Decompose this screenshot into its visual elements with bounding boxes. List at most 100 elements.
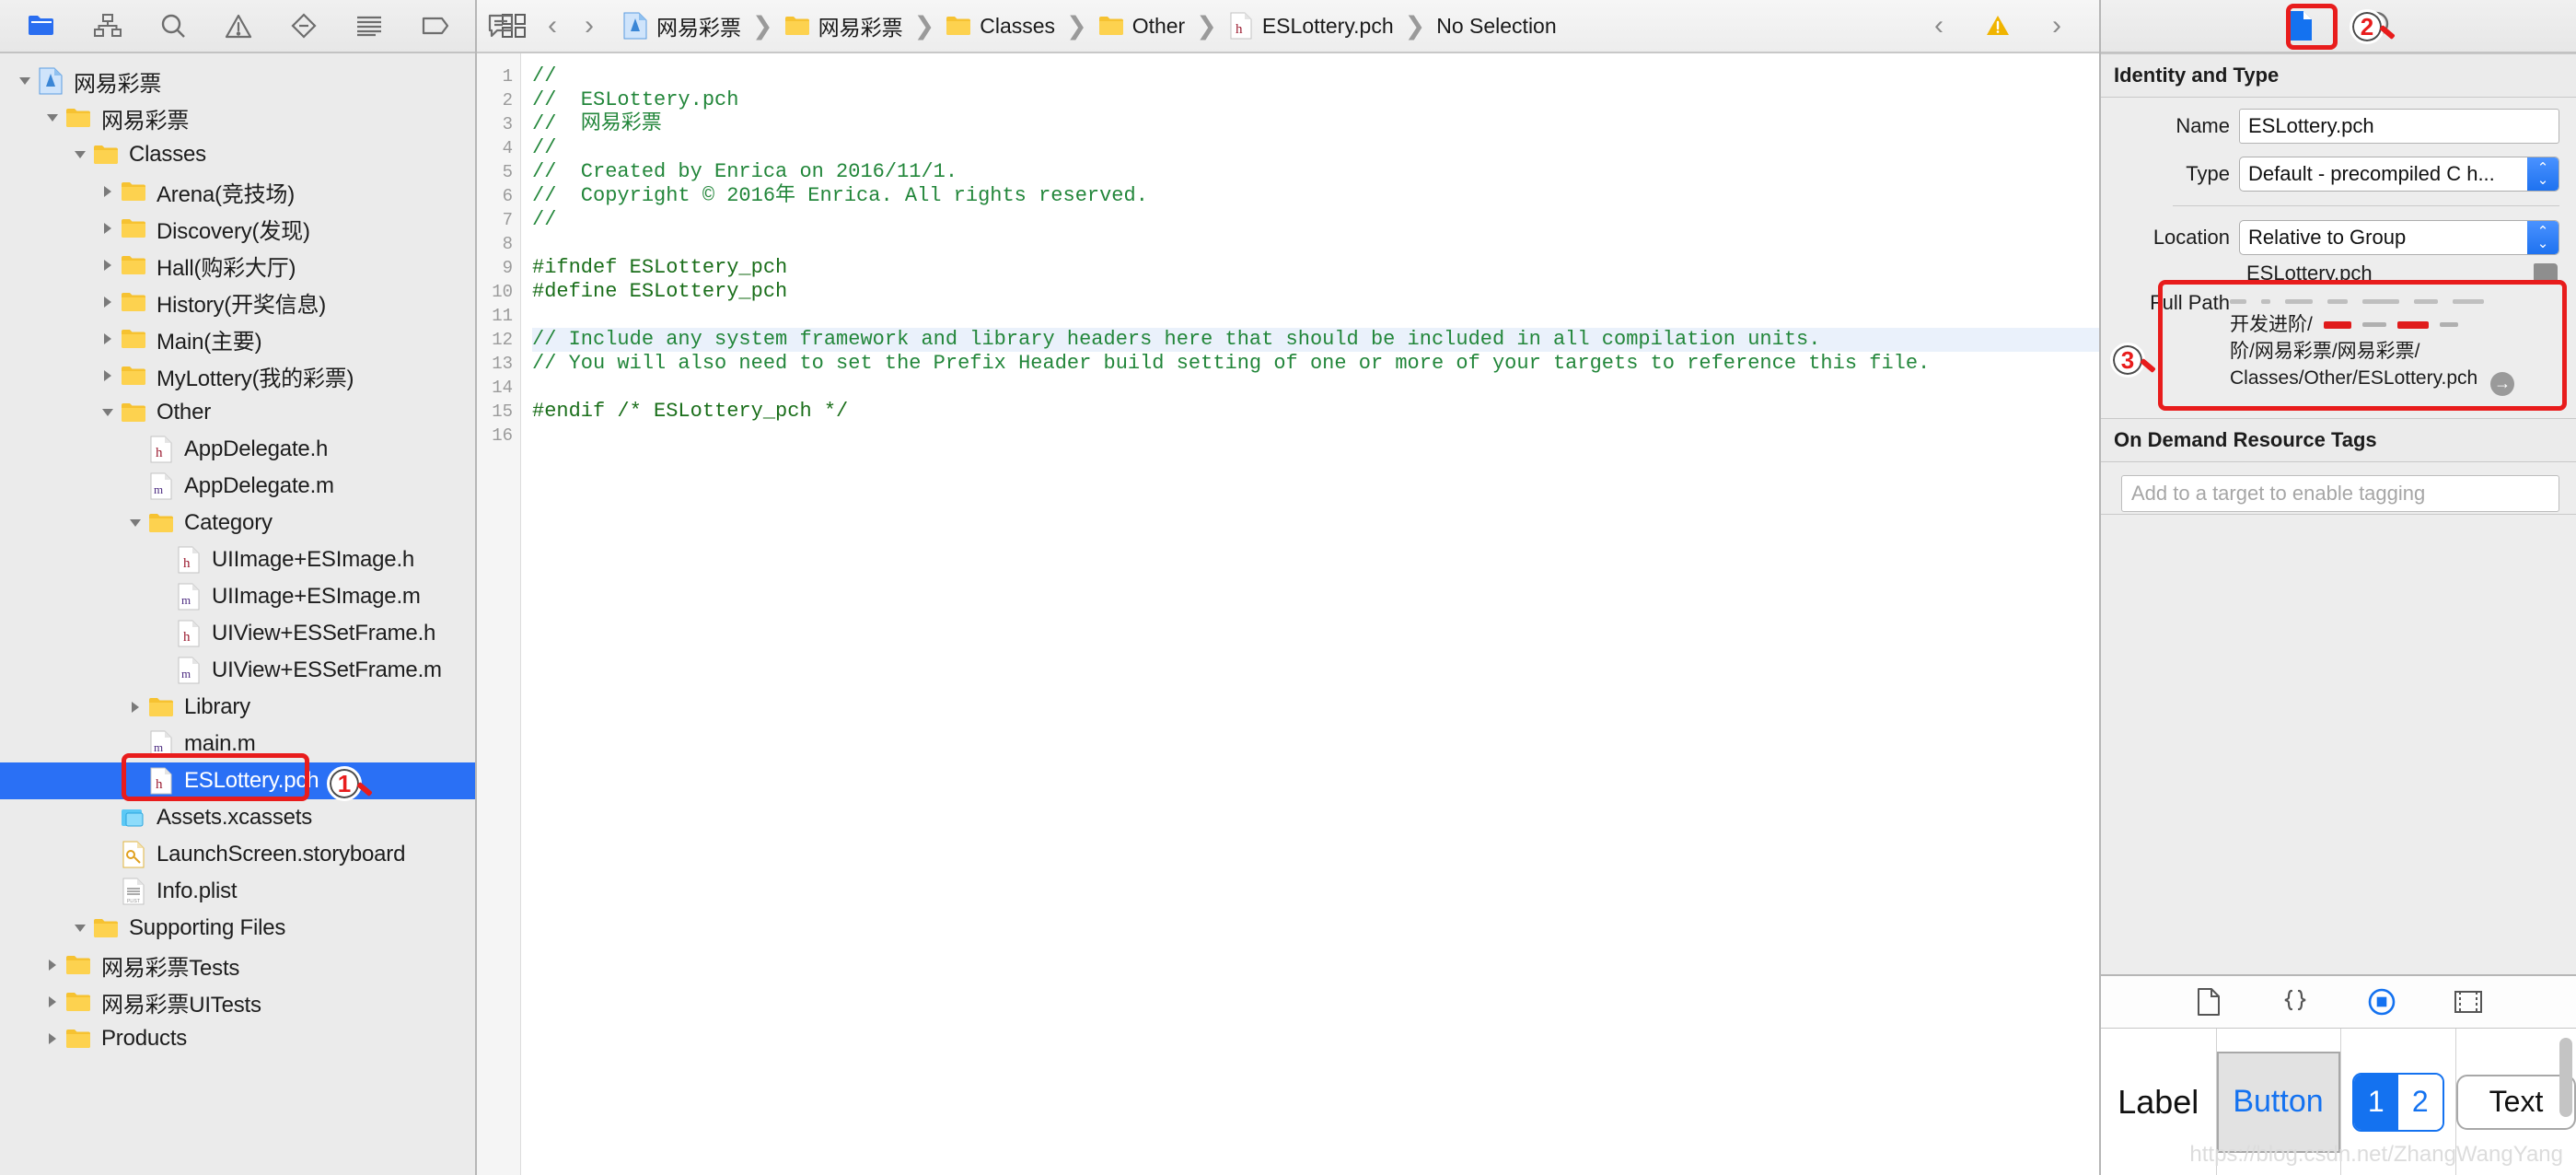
- tree-row[interactable]: Discovery(发现): [0, 210, 475, 247]
- choose-folder-icon[interactable]: [2534, 263, 2558, 282]
- project-navigator-tree[interactable]: 网易彩票 网易彩票 Classes Arena(竞技场) Discovery(发现) Ha…: [0, 53, 475, 1175]
- code-text[interactable]: //// ESLottery.pch// 网易彩票//// Created by…: [521, 53, 2099, 1175]
- code-line[interactable]: // 网易彩票: [532, 112, 2099, 136]
- media-library-icon[interactable]: [2452, 985, 2485, 1018]
- disclosure-triangle-icon[interactable]: [123, 695, 147, 719]
- disclosure-triangle-icon[interactable]: [123, 511, 147, 535]
- code-line[interactable]: // You will also need to set the Prefix …: [532, 352, 2099, 376]
- code-line[interactable]: //: [532, 208, 2099, 232]
- test-icon[interactable]: [291, 10, 317, 41]
- tree-row[interactable]: MyLottery(我的彩票): [0, 357, 475, 394]
- tree-row[interactable]: Assets.xcassets: [0, 799, 475, 836]
- disclosure-triangle-icon[interactable]: [13, 69, 37, 93]
- tree-row[interactable]: Library: [0, 689, 475, 726]
- tree-row[interactable]: 网易彩票: [0, 99, 475, 136]
- code-line[interactable]: #define ESLottery_pch: [532, 280, 2099, 304]
- code-line[interactable]: // Include any system framework and libr…: [532, 328, 2099, 352]
- reveal-in-finder-icon[interactable]: →: [2490, 371, 2515, 396]
- type-select[interactable]: Default - precompiled C h... ⌃ ⌄: [2239, 157, 2559, 192]
- tree-row[interactable]: Classes: [0, 136, 475, 173]
- tree-row[interactable]: m UIView+ESSetFrame.m: [0, 652, 475, 689]
- tree-row[interactable]: m UIImage+ESImage.m: [0, 578, 475, 615]
- tree-row[interactable]: h UIImage+ESImage.h: [0, 541, 475, 578]
- breadcrumb-item[interactable]: 网易彩票: [622, 10, 741, 41]
- breadcrumb-item[interactable]: Classes: [946, 13, 1055, 39]
- code-line[interactable]: [532, 232, 2099, 256]
- code-line[interactable]: [532, 304, 2099, 328]
- breadcrumb-item[interactable]: h ESLottery.pch: [1228, 12, 1394, 40]
- disclosure-triangle-icon[interactable]: [96, 253, 120, 277]
- code-line[interactable]: [532, 376, 2099, 400]
- disclosure-triangle-icon[interactable]: [41, 106, 64, 130]
- tree-row[interactable]: m AppDelegate.m: [0, 468, 475, 505]
- code-line[interactable]: [532, 424, 2099, 448]
- code-line[interactable]: // Created by Enrica on 2016/11/1.: [532, 160, 2099, 184]
- chevron-updown-icon[interactable]: ⌃ ⌄: [2527, 221, 2559, 254]
- forward-button[interactable]: ›: [571, 6, 608, 46]
- disclosure-triangle-icon[interactable]: [96, 401, 120, 425]
- debug-icon[interactable]: [355, 10, 383, 41]
- source-control-icon[interactable]: [94, 10, 122, 41]
- breadcrumb-item[interactable]: No Selection: [1436, 14, 1556, 39]
- code-line[interactable]: #ifndef ESLottery_pch: [532, 256, 2099, 280]
- tree-row[interactable]: h AppDelegate.h: [0, 431, 475, 468]
- tree-row[interactable]: History(开奖信息): [0, 284, 475, 320]
- h-file-icon: h: [175, 620, 203, 647]
- warning-icon[interactable]: [1978, 6, 2018, 46]
- quick-help-inspector-icon[interactable]: [2360, 8, 2395, 43]
- file-inspector-icon[interactable]: [2282, 8, 2317, 43]
- disclosure-triangle-icon[interactable]: [68, 916, 92, 940]
- disclosure-triangle-icon[interactable]: [41, 953, 64, 977]
- chevron-updown-icon[interactable]: ⌃ ⌄: [2527, 157, 2559, 191]
- code-line[interactable]: //: [532, 64, 2099, 88]
- code-line[interactable]: // ESLottery.pch: [532, 88, 2099, 112]
- breadcrumb-item[interactable]: 网易彩票: [784, 10, 903, 41]
- full-path-value[interactable]: 开发进阶/ 阶/网易彩票/网易彩票/ Classes/Other/ESLotte…: [2230, 291, 2559, 396]
- disclosure-triangle-icon[interactable]: [41, 1027, 64, 1051]
- report-icon[interactable]: [488, 10, 514, 41]
- breadcrumb-item[interactable]: Other: [1098, 13, 1185, 39]
- tree-row[interactable]: 网易彩票Tests: [0, 947, 475, 983]
- tree-row[interactable]: m main.m: [0, 726, 475, 762]
- disclosure-triangle-icon[interactable]: [96, 180, 120, 204]
- tree-row[interactable]: 网易彩票UITests: [0, 983, 475, 1020]
- next-issue-arrow[interactable]: ›: [2038, 6, 2075, 46]
- source-code-editor[interactable]: 1 2 3 4 5 6 7 8 9 10 11 12 13 14 15 16 //// ESLottery.p…: [477, 53, 2099, 1175]
- disclosure-triangle-icon[interactable]: [96, 327, 120, 351]
- selected-file-row[interactable]: h ESLottery.pch: [0, 762, 475, 799]
- tree-row[interactable]: Arena(竞技场): [0, 173, 475, 210]
- code-snippet-library-icon[interactable]: [2279, 985, 2312, 1018]
- odr-tags-input[interactable]: Add to a target to enable tagging: [2121, 474, 2559, 512]
- tree-row[interactable]: 网易彩票: [0, 63, 475, 99]
- location-select[interactable]: Relative to Group ⌃ ⌄: [2239, 220, 2559, 255]
- disclosure-triangle-icon[interactable]: [96, 216, 120, 240]
- library-scrollbar[interactable]: [2559, 1038, 2572, 1117]
- object-library-icon[interactable]: [2365, 985, 2398, 1018]
- tree-row[interactable]: Hall(购彩大厅): [0, 247, 475, 284]
- object-library-grid[interactable]: Label Button 1 2 Text https://blog.csdn.…: [2101, 1028, 2576, 1175]
- tree-row[interactable]: Main(主要): [0, 320, 475, 357]
- tree-row[interactable]: Products: [0, 1020, 475, 1057]
- disclosure-triangle-icon[interactable]: [68, 143, 92, 167]
- warning-icon[interactable]: [225, 10, 252, 41]
- tree-row[interactable]: Other: [0, 394, 475, 431]
- tree-row[interactable]: LaunchScreen.storyboard: [0, 836, 475, 873]
- back-button[interactable]: ‹: [534, 6, 571, 46]
- prev-issue-arrow[interactable]: ‹: [1920, 6, 1957, 46]
- folder-icon[interactable]: [28, 10, 55, 41]
- code-line[interactable]: // Copyright © 2016年 Enrica. All rights …: [532, 184, 2099, 208]
- name-field[interactable]: ESLottery.pch: [2239, 109, 2559, 144]
- tree-row[interactable]: PLIST Info.plist: [0, 873, 475, 910]
- breadcrumb[interactable]: 网易彩票 ❯ 网易彩票 ❯ Classes ❯ Other ❯ h ESLottery.pch ❯ N…: [622, 10, 1557, 41]
- file-template-library-icon[interactable]: [2192, 985, 2225, 1018]
- tree-row[interactable]: Category: [0, 505, 475, 541]
- disclosure-triangle-icon[interactable]: [96, 290, 120, 314]
- disclosure-triangle-icon[interactable]: [96, 364, 120, 388]
- tree-row[interactable]: h UIView+ESSetFrame.h: [0, 615, 475, 652]
- code-line[interactable]: #endif /* ESLottery_pch */: [532, 400, 2099, 424]
- tree-row[interactable]: Supporting Files: [0, 910, 475, 947]
- breakpoint-icon[interactable]: [422, 10, 449, 41]
- code-line[interactable]: //: [532, 136, 2099, 160]
- disclosure-triangle-icon[interactable]: [41, 990, 64, 1014]
- search-icon[interactable]: [160, 10, 186, 41]
